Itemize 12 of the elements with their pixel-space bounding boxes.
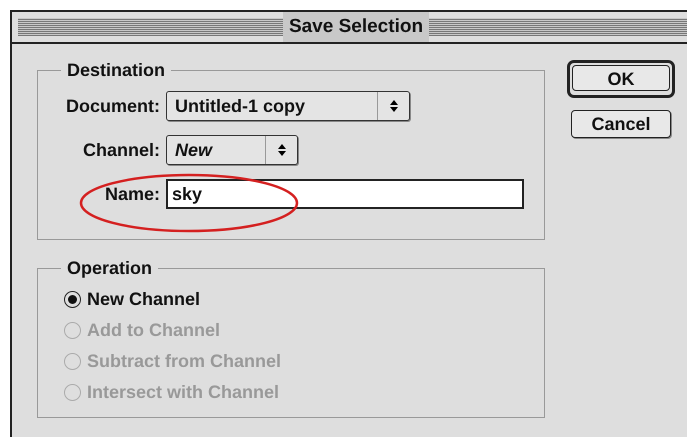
up-down-arrows-icon — [276, 143, 286, 157]
radio-option[interactable]: New Channel — [64, 287, 544, 311]
ok-button[interactable]: OK — [572, 65, 670, 91]
window-title: Save Selection — [282, 12, 430, 42]
field-label: Channel: — [82, 138, 161, 162]
channel-dropdown[interactable]: New — [166, 135, 298, 165]
document-dropdown[interactable]: Untitled-1 copy — [166, 91, 410, 121]
field-label: Document: — [65, 94, 161, 118]
cancel-button[interactable]: Cancel — [571, 110, 671, 138]
up-down-arrows-icon — [388, 99, 398, 113]
name-field[interactable]: sky — [166, 179, 524, 209]
field-label: Name: — [104, 182, 161, 206]
